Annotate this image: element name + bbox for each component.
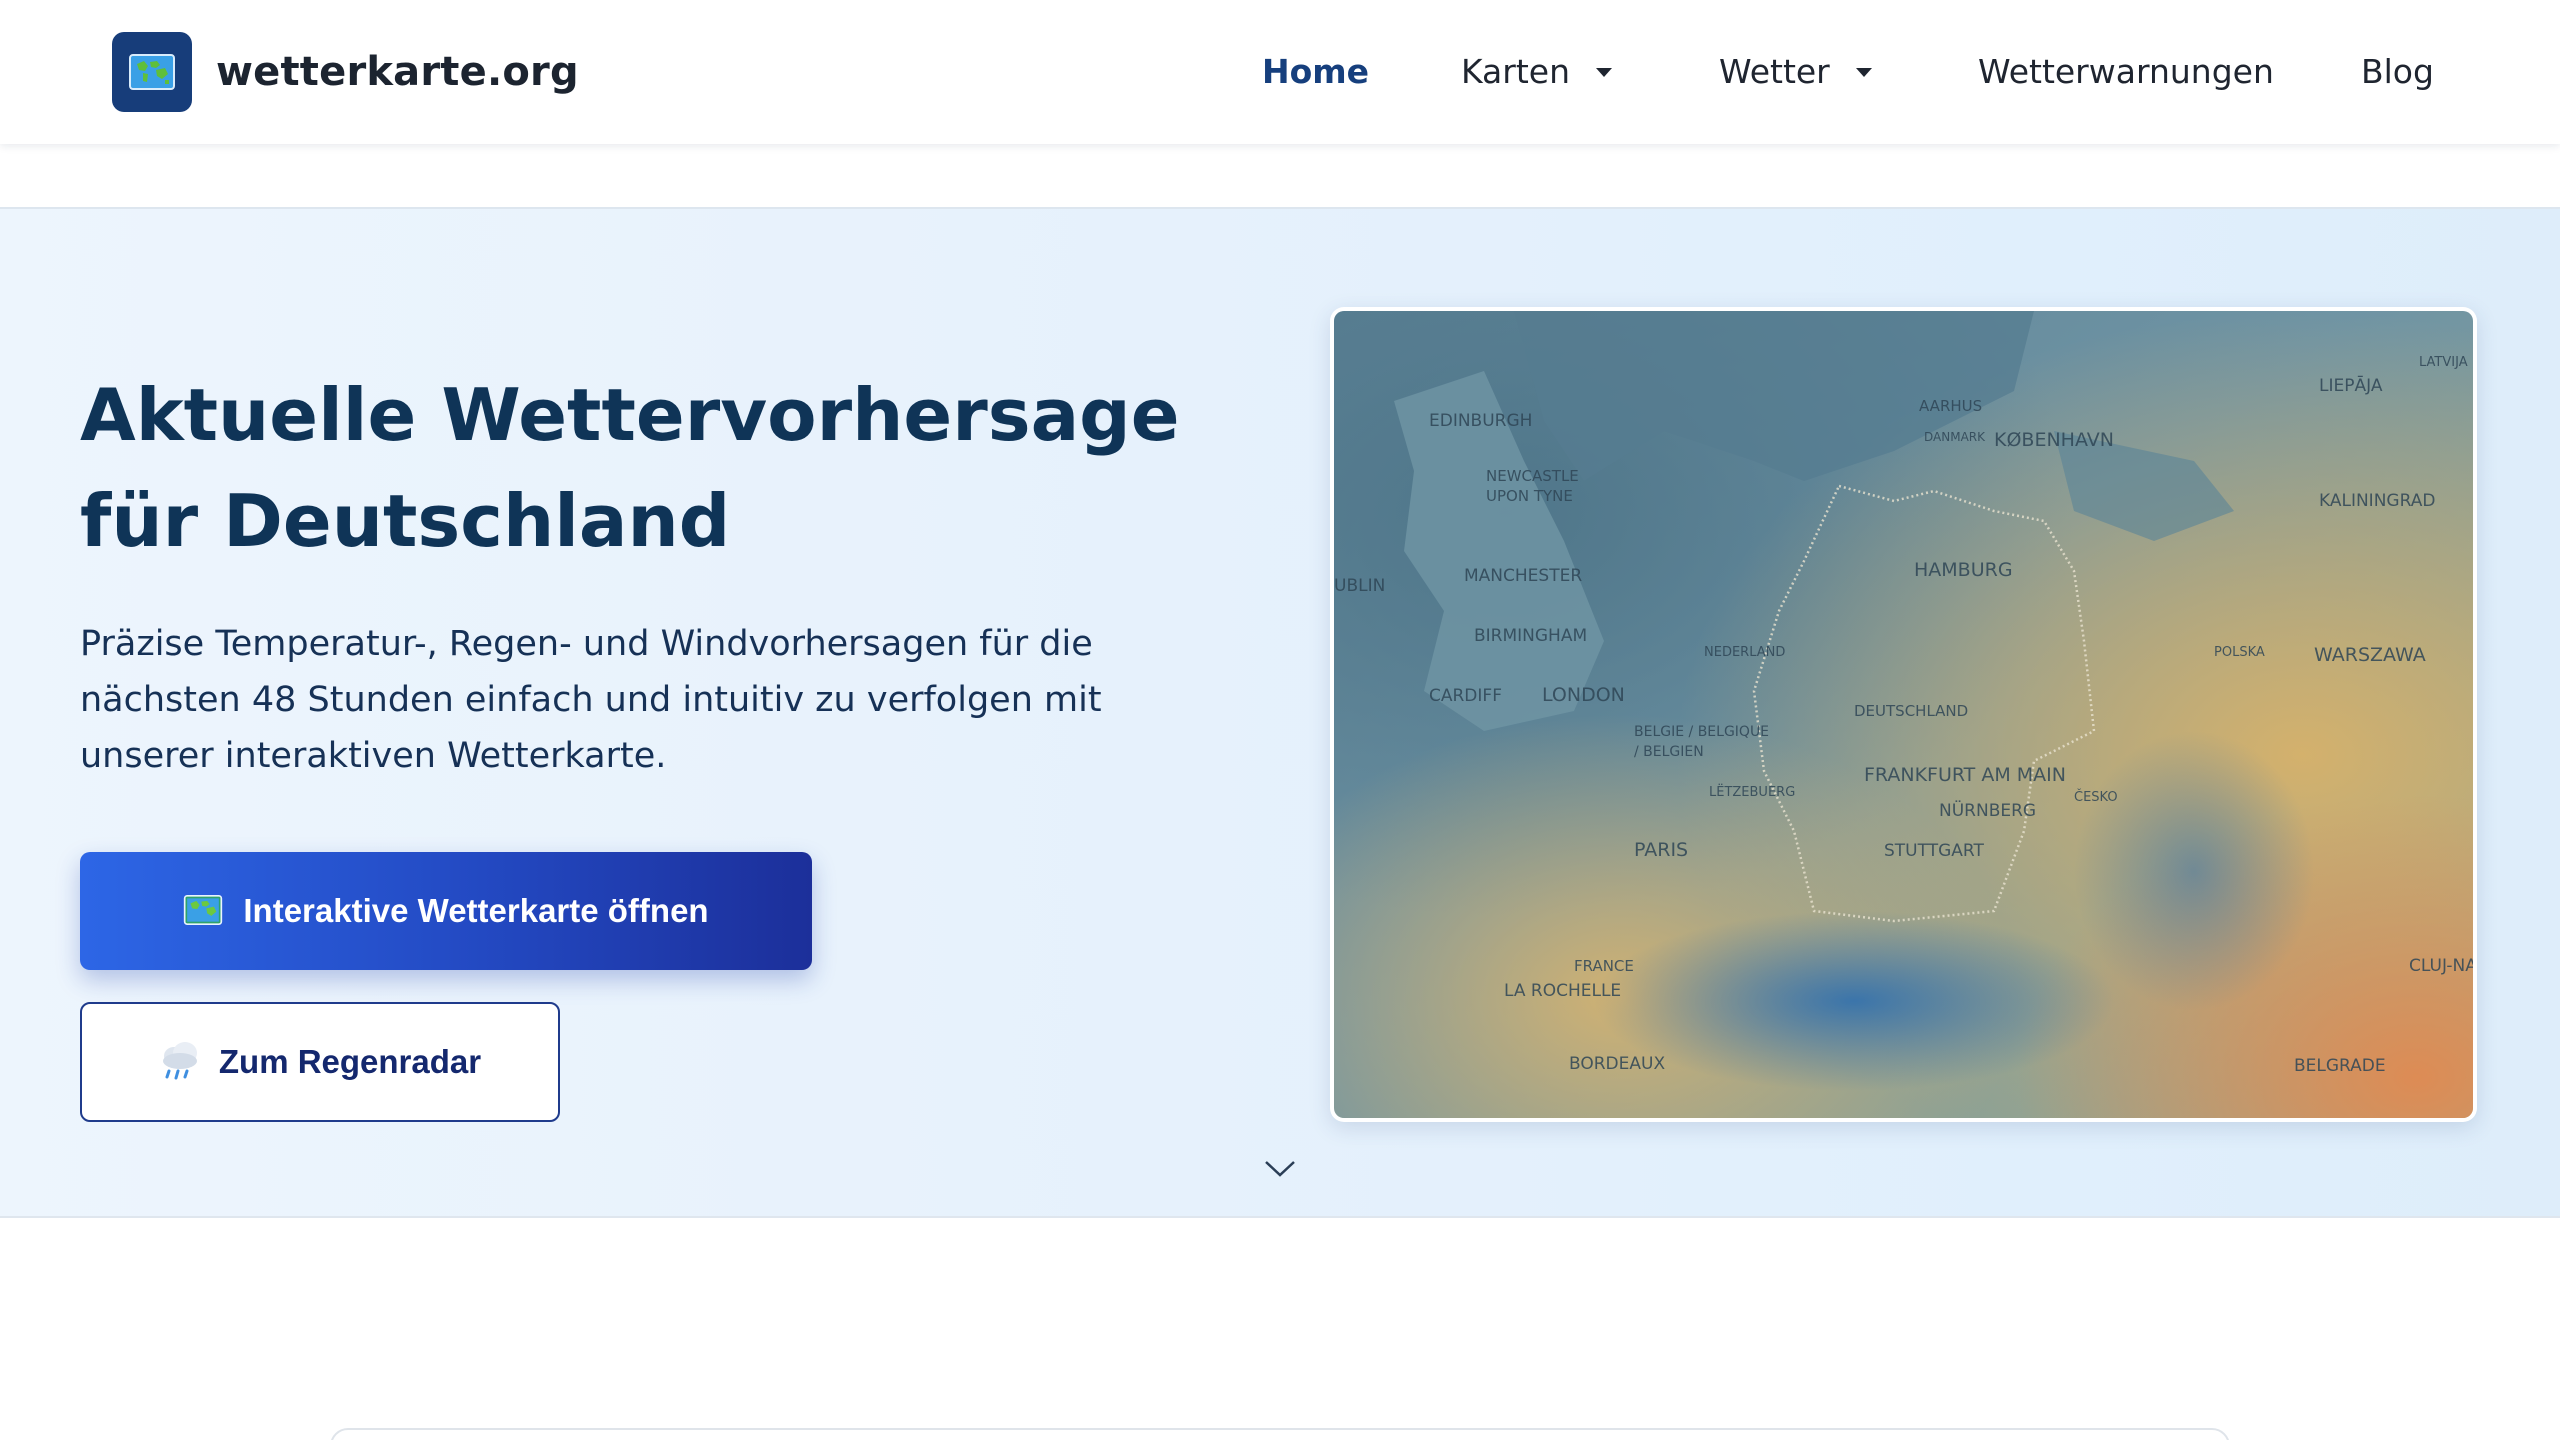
nav-home[interactable]: Home xyxy=(1262,46,1369,96)
site-header: wetterkarte.org Home Karten Wetter Wette… xyxy=(0,0,2560,144)
nav-wetterwarnungen-label: Wetterwarnungen xyxy=(1978,51,2274,91)
svg-text:EDINBURGH: EDINBURGH xyxy=(1429,411,1532,431)
svg-text:MANCHESTER: MANCHESTER xyxy=(1464,566,1582,586)
hero-subtitle: Präzise Temperatur-, Regen- und Windvorh… xyxy=(80,616,1180,784)
nav-wetter-label: Wetter xyxy=(1719,51,1830,91)
svg-text:LATVIJA: LATVIJA xyxy=(2419,355,2468,370)
hero-subtitle-line-1: Präzise Temperatur-, Regen- und Windvorh… xyxy=(80,624,1093,664)
svg-text:HAMBURG: HAMBURG xyxy=(1914,559,2013,581)
svg-text:CLUJ-NA: CLUJ-NA xyxy=(2409,956,2473,976)
svg-text:NEDERLAND: NEDERLAND xyxy=(1704,645,1785,660)
svg-text:KØBENHAVN: KØBENHAVN xyxy=(1994,429,2114,451)
svg-text:PARIS: PARIS xyxy=(1634,839,1688,861)
svg-text:FRANKFURT AM MAIN: FRANKFURT AM MAIN xyxy=(1864,764,2066,786)
svg-text:UPON TYNE: UPON TYNE xyxy=(1486,487,1573,505)
svg-text:FRANCE: FRANCE xyxy=(1574,957,1634,975)
brand-name: wetterkarte.org xyxy=(216,49,579,95)
hero-subtitle-line-3: unserer interaktiven Wetterkarte. xyxy=(80,736,667,776)
brand-home-link[interactable]: wetterkarte.org xyxy=(112,32,579,112)
svg-text:BIRMINGHAM: BIRMINGHAM xyxy=(1474,626,1587,646)
nav-blog-label: Blog xyxy=(2361,51,2434,91)
world-map-icon xyxy=(112,32,192,112)
nav-blog[interactable]: Blog xyxy=(2361,46,2434,96)
svg-text:AARHUS: AARHUS xyxy=(1919,397,1982,415)
world-map-icon xyxy=(183,894,223,928)
caret-down-icon xyxy=(1596,67,1613,77)
nav-wetterwarnungen[interactable]: Wetterwarnungen xyxy=(1978,46,2274,96)
svg-text:LA ROCHELLE: LA ROCHELLE xyxy=(1504,981,1621,1001)
nav-karten-label: Karten xyxy=(1461,51,1571,91)
svg-text:UBLIN: UBLIN xyxy=(1334,576,1385,596)
rain-radar-button[interactable]: Zum Regenradar xyxy=(80,1002,560,1122)
svg-text:/ BELGIEN: / BELGIEN xyxy=(1634,744,1704,760)
svg-text:ČESKO: ČESKO xyxy=(2074,789,2118,805)
svg-text:WARSZAWA: WARSZAWA xyxy=(2314,644,2426,666)
rain-cloud-icon xyxy=(159,1040,201,1085)
svg-text:BELGRADE: BELGRADE xyxy=(2294,1056,2386,1076)
svg-text:NEWCASTLE: NEWCASTLE xyxy=(1486,467,1579,485)
svg-text:DANMARK: DANMARK xyxy=(1924,430,1986,444)
svg-text:LIEPĀJA: LIEPĀJA xyxy=(2319,374,2383,396)
svg-text:CARDIFF: CARDIFF xyxy=(1429,686,1502,706)
svg-text:LËTZEBUERG: LËTZEBUERG xyxy=(1709,784,1795,800)
svg-text:LONDON: LONDON xyxy=(1542,684,1625,706)
svg-text:KALININGRAD: KALININGRAD xyxy=(2319,491,2435,511)
svg-text:STUTTGART: STUTTGART xyxy=(1884,841,1984,861)
rain-radar-label: Zum Regenradar xyxy=(218,1043,482,1080)
svg-text:POLSKA: POLSKA xyxy=(2214,645,2265,660)
svg-text:NÜRNBERG: NÜRNBERG xyxy=(1939,799,2036,821)
hero-title-line-2: für Deutschland xyxy=(80,479,731,563)
svg-text:BORDEAUX: BORDEAUX xyxy=(1569,1054,1665,1074)
hero-subtitle-line-2: nächsten 48 Stunden einfach und intuitiv… xyxy=(80,680,1102,720)
chevron-down-icon[interactable] xyxy=(1263,1158,1297,1180)
nav-karten-dropdown[interactable]: Karten xyxy=(1461,46,1613,96)
hero-title: Aktuelle Wettervorhersage für Deutschlan… xyxy=(80,362,1280,574)
caret-down-icon xyxy=(1855,67,1872,77)
nav-wetter-dropdown[interactable]: Wetter xyxy=(1719,46,1872,96)
nav-home-label: Home xyxy=(1262,51,1370,91)
hero-title-line-1: Aktuelle Wettervorhersage xyxy=(80,373,1180,457)
open-interactive-map-button[interactable]: Interaktive Wetterkarte öffnen xyxy=(80,852,812,970)
open-interactive-map-label: Interaktive Wetterkarte öffnen xyxy=(243,892,709,929)
svg-text:BELGIE / BELGIQUE: BELGIE / BELGIQUE xyxy=(1634,724,1769,740)
weather-map-preview[interactable]: EDINBURGH NEWCASTLE UPON TYNE MANCHESTER… xyxy=(1330,307,2477,1122)
content-card xyxy=(330,1428,2230,1440)
svg-text:DEUTSCHLAND: DEUTSCHLAND xyxy=(1854,702,1968,720)
weather-map-image: EDINBURGH NEWCASTLE UPON TYNE MANCHESTER… xyxy=(1334,311,2473,1118)
